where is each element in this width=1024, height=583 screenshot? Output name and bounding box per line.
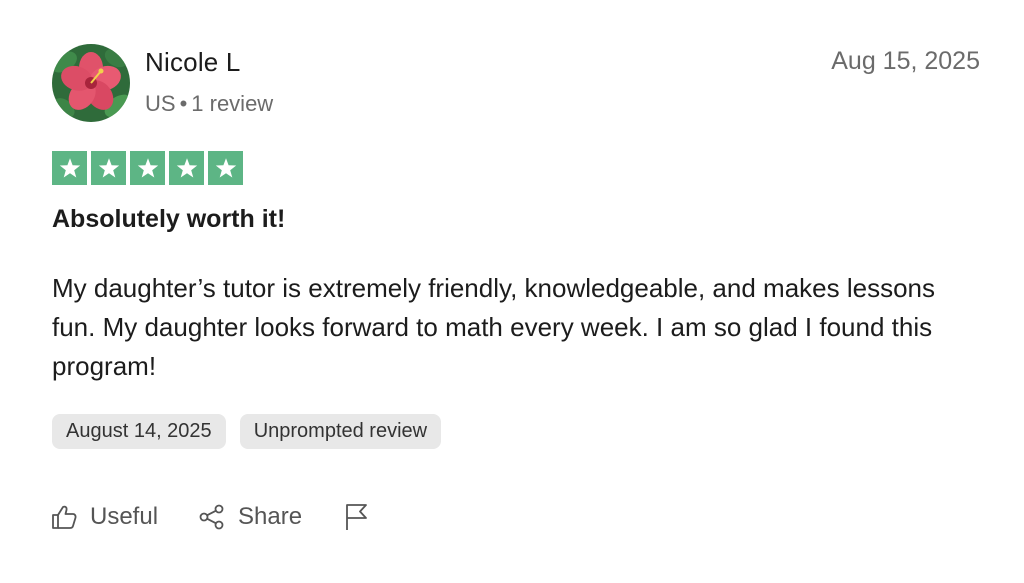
useful-button[interactable]: Useful [50,503,158,531]
reviewer-name[interactable]: Nicole L [145,47,241,78]
review-date: Aug 15, 2025 [831,47,980,75]
thumbs-up-icon [52,505,77,529]
report-button[interactable] [342,502,370,532]
share-button[interactable]: Share [198,503,302,531]
star-icon [91,151,126,185]
reviewer-country: US [145,91,176,116]
share-label: Share [238,503,303,530]
meta-separator: • [179,91,188,116]
star-rating [52,151,243,185]
hibiscus-flower-icon [52,44,130,122]
review-title: Absolutely worth it! [52,205,286,233]
star-icon [208,151,243,185]
reviewer-review-count: 1 review [191,91,274,116]
review-body: My daughter’s tutor is extremely friendl… [52,273,935,381]
review-card: Nicole L US • 1 review Aug 15, 2025 Absolu… [0,0,1024,583]
share-icon [199,504,224,530]
useful-label: Useful [90,503,159,530]
experience-date-tag: August 14, 2025 [52,414,226,449]
review-type-tag: Unprompted review [239,414,442,449]
avatar[interactable] [52,44,130,122]
review-actions: Useful Share [50,502,410,532]
reviewer-meta: US • 1 review [145,91,273,117]
star-icon [169,151,204,185]
star-icon [130,151,165,185]
star-icon [52,151,87,185]
flag-icon [346,504,367,530]
review-tags: August 14, 2025 Unprompted review [52,414,442,449]
